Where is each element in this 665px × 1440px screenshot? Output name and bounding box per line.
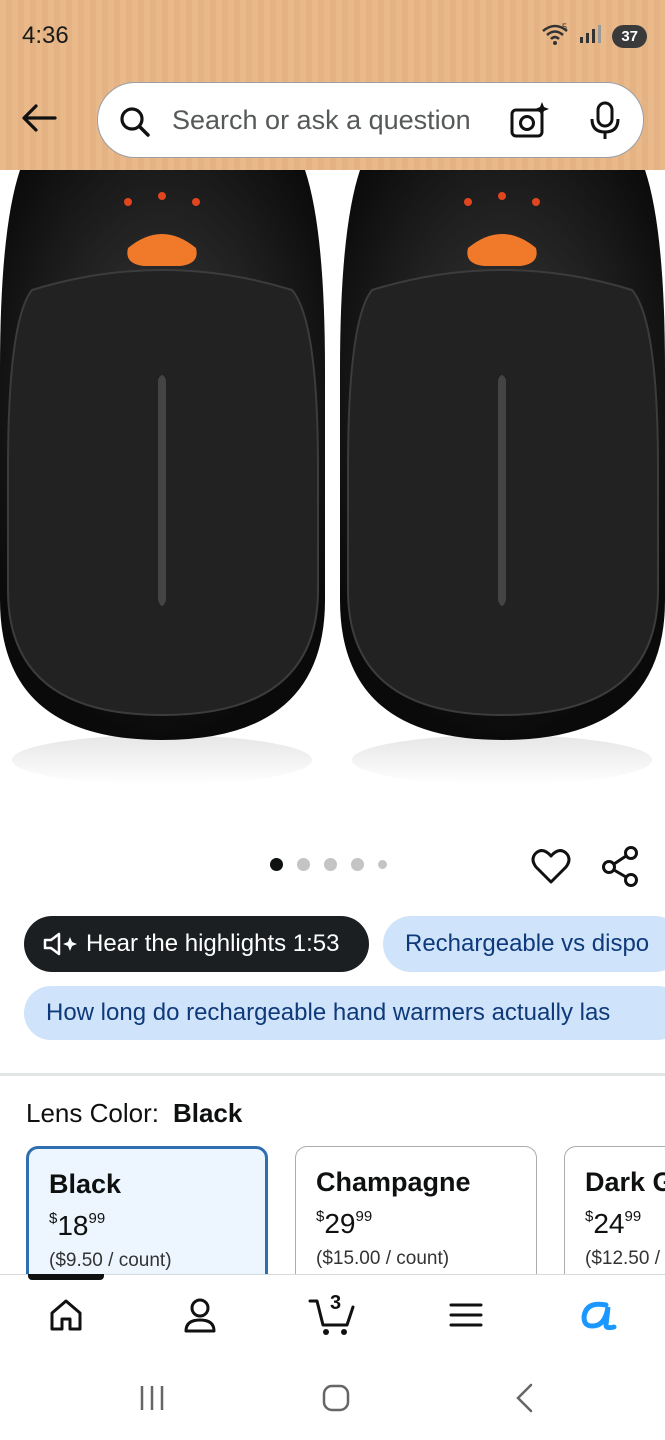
home-system-button[interactable] xyxy=(316,1378,356,1418)
recent-apps-icon xyxy=(140,1386,164,1410)
carousel-indicator xyxy=(270,858,387,871)
option-price: $1899 xyxy=(49,1210,106,1241)
cart-count-badge: 3 xyxy=(330,1292,342,1314)
option-name: Champagne xyxy=(316,1167,471,1197)
account-icon xyxy=(184,1298,216,1333)
back-button[interactable] xyxy=(18,98,60,138)
signal-icon xyxy=(578,23,604,50)
product-image[interactable] xyxy=(0,170,665,785)
nav-active-indicator xyxy=(28,1274,104,1280)
search-icon xyxy=(118,105,152,144)
lens-color-label: Lens Color: xyxy=(26,1098,159,1128)
home-circle-icon xyxy=(322,1384,350,1412)
speaker-sparkle-icon xyxy=(43,932,77,956)
camera-search-icon[interactable] xyxy=(508,100,550,147)
mic-icon[interactable] xyxy=(588,100,622,147)
header: 4:36 5 37 Search or ask a question xyxy=(0,0,665,170)
carousel-dot xyxy=(378,860,387,869)
status-time: 4:36 xyxy=(22,22,69,49)
battery-badge: 37 xyxy=(612,25,647,48)
hand-warmer-image xyxy=(0,170,665,785)
option-unit-price: ($15.00 / count) xyxy=(316,1248,450,1269)
option-price: $2999 xyxy=(316,1208,373,1239)
hear-highlights-label: Hear the highlights 1:53 xyxy=(86,930,340,957)
share-icon xyxy=(602,846,638,887)
question-chip-label: Rechargeable vs dispo xyxy=(405,930,650,957)
search-input[interactable]: Search or ask a question xyxy=(172,105,471,136)
carousel-dot xyxy=(324,858,337,871)
home-icon xyxy=(50,1299,82,1331)
back-arrow-icon xyxy=(22,104,57,132)
option-name: Black xyxy=(49,1169,122,1199)
chevron-left-icon xyxy=(516,1383,533,1413)
lens-color-row: Lens Color: Black xyxy=(26,1098,242,1129)
wishlist-button[interactable] xyxy=(530,845,572,892)
section-divider xyxy=(0,1073,665,1076)
svg-text:5: 5 xyxy=(562,22,567,32)
carousel-dot xyxy=(297,858,310,871)
option-unit-price: ($9.50 / count) xyxy=(49,1250,172,1271)
option-unit-price: ($12.50 / xyxy=(585,1248,660,1269)
carousel-dot-active xyxy=(270,858,283,871)
nav-home[interactable] xyxy=(36,1290,96,1340)
heart-icon xyxy=(531,849,571,884)
nav-menu[interactable] xyxy=(436,1290,496,1340)
rufus-icon xyxy=(581,1301,617,1331)
share-button[interactable] xyxy=(600,845,642,892)
wifi-icon: 5 xyxy=(540,22,570,51)
search-bar[interactable]: Search or ask a question xyxy=(97,82,644,158)
hear-highlights-button[interactable]: Hear the highlights 1:53 xyxy=(24,916,369,972)
menu-icon xyxy=(449,1303,483,1327)
back-system-button[interactable] xyxy=(505,1378,545,1418)
nav-account[interactable] xyxy=(170,1290,230,1340)
option-price: $2499 xyxy=(585,1208,642,1239)
carousel-dot xyxy=(351,858,364,871)
nav-rufus[interactable] xyxy=(568,1290,628,1340)
question-chip-rechargeable[interactable]: Rechargeable vs dispo xyxy=(383,916,665,972)
recent-apps-button[interactable] xyxy=(132,1378,172,1418)
question-chip-how-long[interactable]: How long do rechargeable hand warmers ac… xyxy=(24,986,665,1040)
question-chip-label: How long do rechargeable hand warmers ac… xyxy=(46,999,611,1026)
option-name: Dark G xyxy=(585,1167,665,1197)
lens-color-value: Black xyxy=(172,1098,243,1128)
status-bar: 4:36 5 37 xyxy=(0,0,665,74)
status-icons: 5 37 xyxy=(540,22,647,51)
